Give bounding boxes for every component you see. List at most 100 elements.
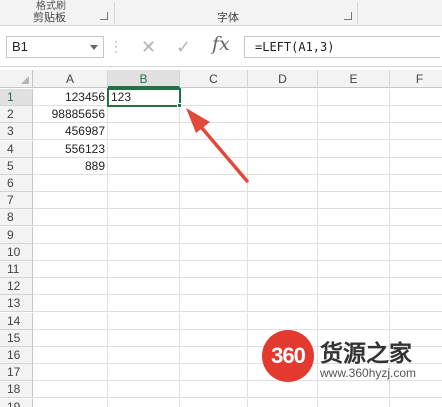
cell-e9[interactable] (318, 226, 390, 244)
cell-d14[interactable] (248, 312, 318, 330)
column-header-a[interactable]: A (33, 70, 108, 88)
cell-e6[interactable] (318, 175, 390, 192)
column-header-c[interactable]: C (180, 70, 248, 88)
cell-c19[interactable] (180, 398, 248, 407)
cell-e3[interactable] (318, 123, 390, 141)
cell-d4[interactable] (248, 140, 318, 158)
cell-c9[interactable] (180, 226, 248, 244)
row-header-2[interactable]: 2 (0, 106, 33, 124)
row-header-18[interactable]: 18 (0, 381, 33, 399)
row-header-1[interactable]: 1 (0, 89, 33, 106)
cell-c4[interactable] (180, 140, 248, 158)
cell-c2[interactable] (180, 106, 248, 124)
cell-f2[interactable] (390, 106, 442, 124)
cell-c6[interactable] (180, 175, 248, 192)
insert-function-icon[interactable]: fx (212, 33, 230, 55)
cancel-icon[interactable]: ✕ (141, 37, 156, 57)
cell-e2[interactable] (318, 106, 390, 124)
cell-b10[interactable] (108, 243, 180, 261)
formula-input[interactable]: =LEFT(A1,3) (244, 36, 440, 58)
cell-b15[interactable] (108, 329, 180, 347)
cell-e1[interactable] (318, 89, 390, 106)
cell-f9[interactable] (390, 227, 442, 244)
cell-b1[interactable]: 123 (108, 89, 180, 106)
cell-c16[interactable] (180, 347, 248, 364)
cell-f11[interactable] (390, 261, 442, 278)
cell-b2[interactable] (108, 106, 180, 124)
cell-d5[interactable] (248, 157, 318, 175)
name-box[interactable]: B1 (6, 36, 104, 58)
cell-b11[interactable] (108, 261, 180, 278)
cell-e5[interactable] (318, 157, 390, 175)
cell-b16[interactable] (108, 347, 180, 364)
cell-e7[interactable] (318, 192, 390, 210)
cell-b17[interactable] (108, 364, 180, 382)
cell-f1[interactable] (390, 89, 442, 106)
fill-handle[interactable] (177, 103, 182, 109)
drag-handle-icon[interactable]: · · · (114, 35, 118, 57)
cell-c17[interactable] (180, 364, 248, 382)
cell-b5[interactable] (108, 157, 180, 175)
cell-a6[interactable] (33, 175, 108, 192)
column-header-b[interactable]: B (108, 70, 180, 88)
cell-c5[interactable] (180, 157, 248, 175)
column-header-e[interactable]: E (318, 70, 390, 88)
cell-f19[interactable] (390, 399, 442, 407)
cell-c10[interactable] (180, 243, 248, 261)
cell-b18[interactable] (108, 381, 180, 399)
cell-b4[interactable] (108, 140, 180, 158)
cell-c1[interactable] (180, 89, 248, 106)
chevron-down-icon[interactable] (90, 45, 98, 50)
row-header-15[interactable]: 15 (0, 329, 33, 347)
cell-e11[interactable] (318, 261, 390, 278)
cell-d7[interactable] (248, 192, 318, 210)
cell-c18[interactable] (180, 381, 248, 399)
cell-e8[interactable] (318, 209, 390, 227)
cell-b6[interactable] (108, 175, 180, 192)
cell-a16[interactable] (33, 347, 108, 364)
cell-e19[interactable] (318, 398, 390, 407)
cell-a11[interactable] (33, 261, 108, 278)
cell-d10[interactable] (248, 243, 318, 261)
select-all-button[interactable] (0, 70, 33, 88)
cell-a8[interactable] (33, 209, 108, 227)
cell-a7[interactable] (33, 192, 108, 210)
cell-f7[interactable] (390, 192, 442, 210)
row-header-17[interactable]: 17 (0, 364, 33, 382)
cell-a4[interactable]: 556123 (33, 140, 108, 158)
row-header-6[interactable]: 6 (0, 175, 33, 192)
cell-a5[interactable]: 889 (33, 157, 108, 175)
cell-f14[interactable] (390, 313, 442, 330)
row-header-16[interactable]: 16 (0, 347, 33, 364)
cell-c7[interactable] (180, 192, 248, 210)
cell-f8[interactable] (390, 209, 442, 227)
cell-d13[interactable] (248, 295, 318, 313)
cell-b12[interactable] (108, 278, 180, 296)
cell-e10[interactable] (318, 243, 390, 261)
row-header-8[interactable]: 8 (0, 209, 33, 227)
cell-b7[interactable] (108, 192, 180, 210)
cell-e14[interactable] (318, 312, 390, 330)
row-header-11[interactable]: 11 (0, 261, 33, 278)
cell-d2[interactable] (248, 106, 318, 124)
cell-a14[interactable] (33, 312, 108, 330)
cell-a17[interactable] (33, 364, 108, 382)
row-header-7[interactable]: 7 (0, 192, 33, 210)
cell-d12[interactable] (248, 278, 318, 296)
cell-d9[interactable] (248, 226, 318, 244)
cell-a2[interactable]: 98885656 (33, 106, 108, 124)
cell-e13[interactable] (318, 295, 390, 313)
column-header-d[interactable]: D (248, 70, 318, 88)
font-dialog-launcher-icon[interactable] (344, 12, 352, 20)
row-header-3[interactable]: 3 (0, 123, 33, 141)
row-header-14[interactable]: 14 (0, 312, 33, 330)
cell-c12[interactable] (180, 278, 248, 296)
column-header-f[interactable]: F (390, 70, 442, 88)
cell-d3[interactable] (248, 123, 318, 141)
row-header-5[interactable]: 5 (0, 157, 33, 175)
row-header-4[interactable]: 4 (0, 140, 33, 158)
row-header-19[interactable]: 19 (0, 398, 33, 407)
cell-a15[interactable] (33, 329, 108, 347)
enter-icon[interactable]: ✓ (176, 37, 191, 57)
cell-d6[interactable] (248, 175, 318, 192)
